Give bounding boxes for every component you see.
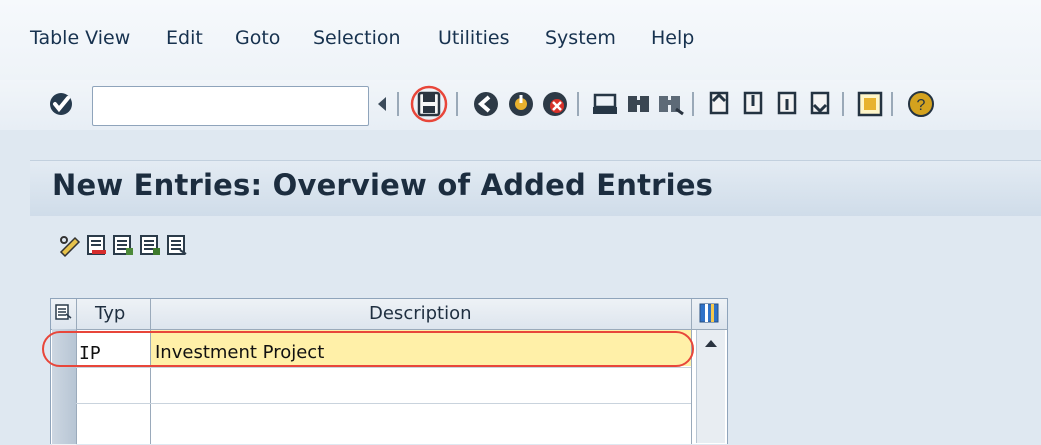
table-cell-typ[interactable]: IP [79,343,101,364]
previous-page-icon[interactable] [739,89,769,119]
change-display-icon[interactable] [57,232,83,258]
toolbar-separator [397,92,399,116]
command-field[interactable] [92,86,369,126]
row-selector[interactable] [52,367,76,404]
find-icon[interactable] [624,89,654,119]
menu-system[interactable]: System [545,27,616,49]
page-title: New Entries: Overview of Added Entries [52,168,714,202]
row-divider [76,403,691,404]
entries-table: Typ Description IP Investment Project [50,298,728,445]
toolbar-separator [577,92,579,116]
layout-icon[interactable] [855,89,885,119]
description-header-label: Description [369,303,472,324]
column-header-description[interactable]: Description [151,299,691,330]
help-icon[interactable]: ? [906,89,936,119]
row-selector-header[interactable] [51,299,76,330]
toolbar-separator [891,92,893,116]
next-page-icon[interactable] [773,89,803,119]
column-config-header[interactable] [691,299,727,330]
deselect-icon[interactable] [137,232,163,258]
row-divider [76,367,691,368]
enter-check-icon[interactable] [46,89,76,119]
svg-text:?: ? [917,97,926,114]
select-all-rows-icon[interactable] [54,303,72,321]
menu-help[interactable]: Help [651,27,694,49]
menu-selection[interactable]: Selection [313,27,401,49]
menu-table-view[interactable]: Table View [30,27,130,49]
column-divider [150,299,151,444]
toolbar-separator [456,92,458,116]
column-divider [691,299,692,444]
menu-goto[interactable]: Goto [235,27,280,49]
table-scrollbar[interactable] [696,330,725,443]
back-triangle-icon[interactable] [371,89,393,119]
print-icon[interactable] [590,89,620,119]
select-all-icon[interactable] [110,232,136,258]
toolbar-separator [692,92,694,116]
select-block-icon[interactable] [164,232,190,258]
exit-icon[interactable] [506,89,536,119]
menu-edit[interactable]: Edit [166,27,203,49]
typ-header-label: Typ [95,303,126,324]
column-divider [76,299,77,444]
back-icon[interactable] [471,89,501,119]
column-header-typ[interactable]: Typ [76,299,150,330]
first-page-icon[interactable] [705,89,735,119]
row-selector[interactable] [52,329,76,368]
cancel-icon[interactable] [540,89,570,119]
scroll-up-icon[interactable] [704,338,718,348]
menu-utilities[interactable]: Utilities [438,27,510,49]
column-settings-icon[interactable] [699,303,719,323]
table-cell-description[interactable]: Investment Project [155,342,324,363]
delete-row-icon[interactable] [84,232,110,258]
last-page-icon[interactable] [806,89,836,119]
save-icon[interactable] [409,84,449,124]
row-selector[interactable] [52,403,76,445]
find-next-icon[interactable] [656,89,686,119]
toolbar-separator [842,92,844,116]
menu-bar [0,0,1041,80]
